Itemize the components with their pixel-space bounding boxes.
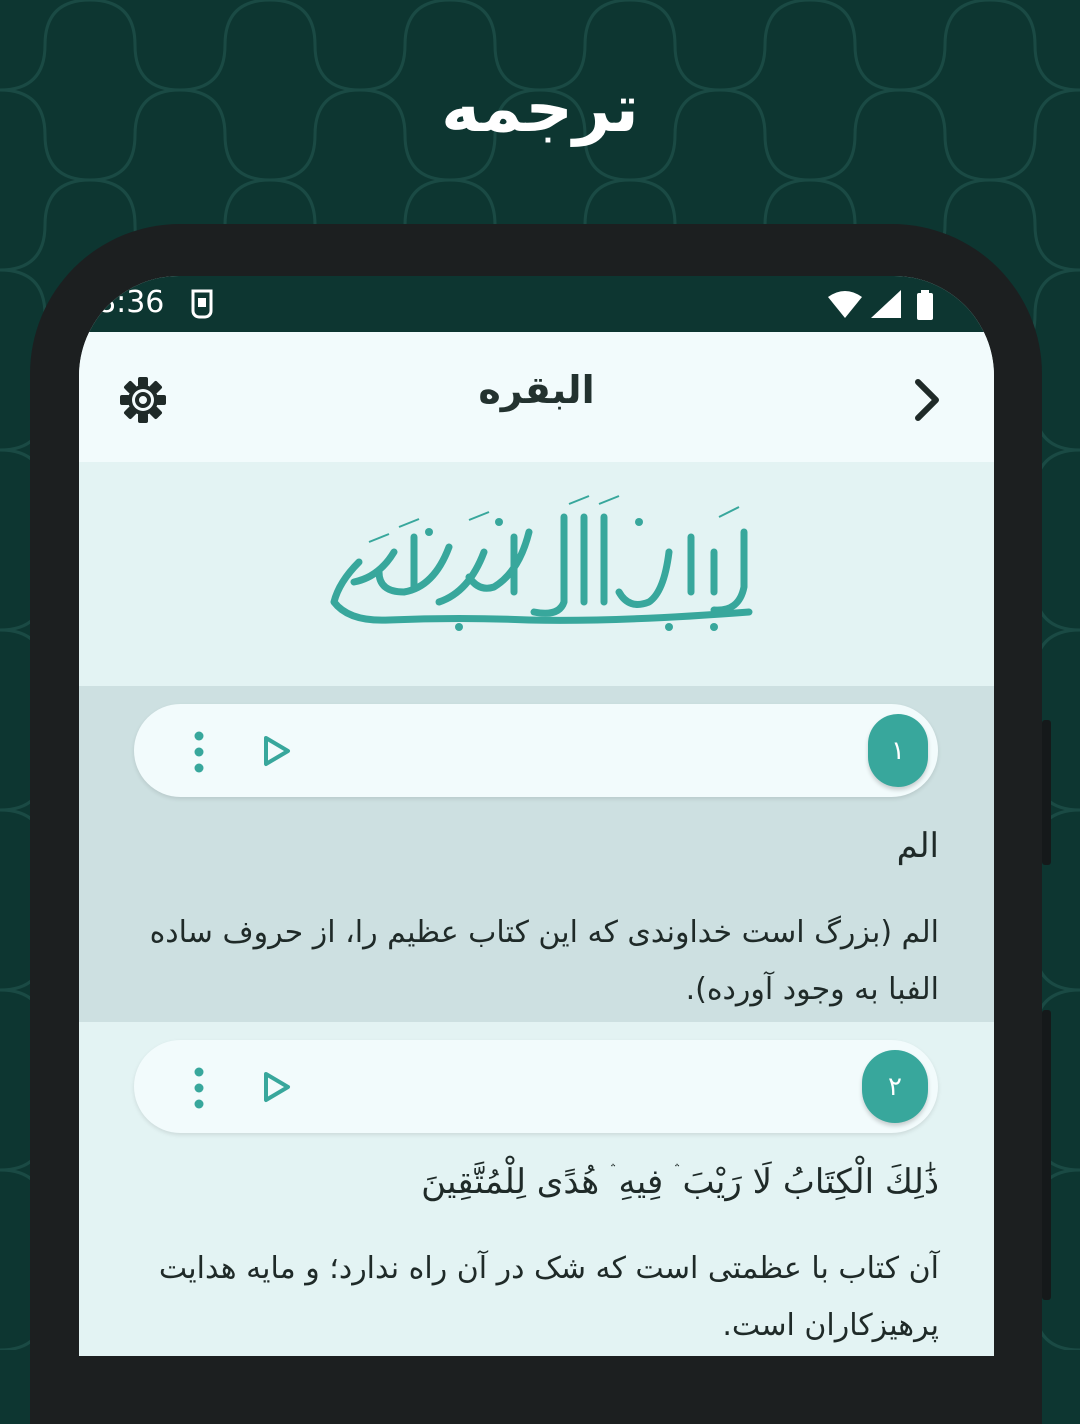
more-vertical-icon	[194, 1067, 204, 1109]
play-button[interactable]	[259, 734, 293, 768]
app-bar: البقره	[79, 332, 994, 462]
verse-translation: الم (بزرگ است خداوندی که این کتاب عظیم ر…	[149, 915, 939, 1007]
verse-header-card: ۲	[134, 1040, 938, 1133]
status-bar: 8:36	[79, 276, 994, 332]
phone-screen: 8:36 البقره ۱ الم الم (بزرگ است خداوندی …	[79, 276, 994, 1356]
phone-side-button	[1042, 1010, 1051, 1300]
more-options-button[interactable]	[189, 730, 209, 774]
verse-number-badge: ۱	[868, 714, 928, 787]
signal-icon	[870, 290, 901, 318]
more-options-button[interactable]	[189, 1066, 209, 1110]
verse-block-1: ۱ الم الم (بزرگ است خداوندی که این کتاب …	[79, 686, 994, 1022]
play-icon	[264, 736, 290, 766]
verse-arabic-text: الم	[896, 826, 939, 866]
promo-title: ترجمه	[441, 70, 639, 147]
wifi-icon	[827, 291, 862, 318]
back-button[interactable]	[906, 374, 946, 426]
status-time: 8:36	[97, 285, 165, 320]
play-button[interactable]	[259, 1070, 293, 1104]
verse-number-badge: ۲	[862, 1050, 928, 1123]
verse-header-card: ۱	[134, 704, 938, 797]
status-icons	[827, 290, 934, 320]
battery-icon	[917, 290, 933, 320]
sim-icon	[189, 289, 215, 323]
verse-arabic-text: ذَٰلِكَ الْكِتَابُ لَا رَيْبَ ۛ فِيهِ ۛ …	[421, 1162, 939, 1202]
phone-side-button	[1042, 720, 1051, 865]
bismillah-section	[79, 462, 994, 686]
play-icon	[264, 1072, 290, 1102]
chevron-right-icon	[915, 379, 939, 421]
verse-translation: آن کتاب با عظمتی است که شک در آن راه ندا…	[158, 1251, 939, 1343]
surah-title: البقره	[478, 368, 595, 412]
verse-block-2: ۲ ذَٰلِكَ الْكِتَابُ لَا رَيْبَ ۛ فِيهِ …	[79, 1022, 994, 1356]
bismillah-calligraphy	[330, 495, 753, 631]
more-vertical-icon	[194, 731, 204, 773]
